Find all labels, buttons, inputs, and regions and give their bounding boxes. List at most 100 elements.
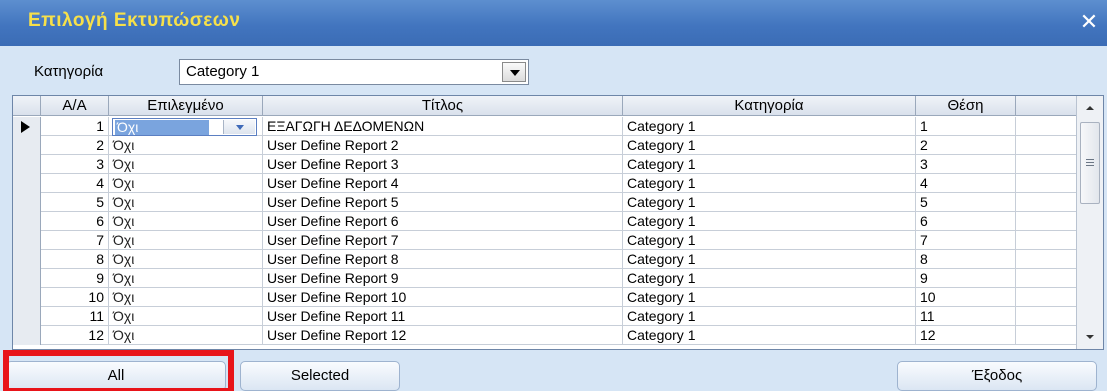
all-button[interactable]: All: [6, 361, 226, 391]
cell-aa[interactable]: 10: [41, 288, 109, 307]
table-row[interactable]: 10 Όχι User Define Report 10 Category 1 10: [13, 288, 1077, 307]
chevron-down-icon[interactable]: [223, 120, 255, 134]
column-header-category[interactable]: Κατηγορία: [623, 96, 916, 116]
cell-title[interactable]: ΕΞΑΓΩΓΗ ΔΕΔΟΜΕΝΩΝ: [263, 117, 623, 136]
table-row[interactable]: 4 Όχι User Define Report 4 Category 14: [13, 174, 1077, 193]
column-header-position[interactable]: Θέση: [916, 96, 1016, 116]
cell-selected[interactable]: Όχι: [109, 155, 263, 174]
cell-aa[interactable]: 12: [41, 326, 109, 345]
table-row[interactable]: 5 Όχι User Define Report 5 Category 15: [13, 193, 1077, 212]
exit-button[interactable]: Έξοδος: [897, 361, 1097, 391]
cell-selected[interactable]: Όχι: [109, 136, 263, 155]
table-row[interactable]: 12 Όχι User Define Report 12 Category 1 12: [13, 326, 1077, 345]
cell-aa[interactable]: 5: [41, 193, 109, 212]
row-indicator[interactable]: [13, 288, 41, 307]
cell-category[interactable]: Category 1: [623, 231, 916, 250]
cell-selected[interactable]: Όχι: [109, 193, 263, 212]
row-indicator[interactable]: [13, 326, 41, 345]
cell-title[interactable]: User Define Report 11: [263, 307, 623, 326]
cell-position[interactable]: 8: [916, 250, 1016, 269]
cell-title[interactable]: User Define Report 6: [263, 212, 623, 231]
cell-aa[interactable]: 2: [41, 136, 109, 155]
row-indicator[interactable]: [13, 307, 41, 326]
row-indicator[interactable]: [13, 117, 41, 136]
cell-position[interactable]: 2: [916, 136, 1016, 155]
row-indicator[interactable]: [13, 269, 41, 288]
row-indicator[interactable]: [13, 250, 41, 269]
cell-position[interactable]: 1: [916, 117, 1016, 136]
selected-editor-value[interactable]: Όχι: [115, 120, 209, 135]
cell-category[interactable]: Category 1: [623, 307, 916, 326]
table-row[interactable]: 2 Όχι User Define Report 2 Category 12: [13, 136, 1077, 155]
cell-position[interactable]: 5: [916, 193, 1016, 212]
cell-category[interactable]: Category 1: [623, 250, 916, 269]
cell-aa[interactable]: 11: [41, 307, 109, 326]
cell-title[interactable]: User Define Report 7: [263, 231, 623, 250]
cell-category[interactable]: Category 1: [623, 155, 916, 174]
cell-title[interactable]: User Define Report 10: [263, 288, 623, 307]
row-indicator[interactable]: [13, 231, 41, 250]
table-row[interactable]: 7 Όχι User Define Report 7 Category 17: [13, 231, 1077, 250]
cell-selected[interactable]: Όχι: [109, 174, 263, 193]
cell-position[interactable]: 9: [916, 269, 1016, 288]
cell-aa[interactable]: 7: [41, 231, 109, 250]
cell-category[interactable]: Category 1: [623, 117, 916, 136]
cell-position[interactable]: 7: [916, 231, 1016, 250]
cell-position[interactable]: 12: [916, 326, 1016, 345]
cell-position[interactable]: 6: [916, 212, 1016, 231]
cell-position[interactable]: 11: [916, 307, 1016, 326]
cell-selected[interactable]: Όχι: [109, 231, 263, 250]
cell-aa[interactable]: 1: [41, 117, 109, 136]
row-indicator[interactable]: [13, 136, 41, 155]
cell-selected[interactable]: Όχι: [109, 269, 263, 288]
vertical-scrollbar[interactable]: [1076, 96, 1103, 349]
cell-category[interactable]: Category 1: [623, 212, 916, 231]
column-header-title[interactable]: Τίτλος: [263, 96, 623, 116]
table-row[interactable]: 11 Όχι User Define Report 11 Category 1 11: [13, 307, 1077, 326]
table-row[interactable]: 3 Όχι User Define Report 3 Category 13: [13, 155, 1077, 174]
cell-title[interactable]: User Define Report 9: [263, 269, 623, 288]
selected-button[interactable]: Selected: [240, 361, 400, 391]
table-row[interactable]: 1ΌχιΕΞΑΓΩΓΗ ΔΕΔΟΜΕΝΩΝCategory 11Όχι: [13, 117, 1077, 136]
cell-position[interactable]: 10: [916, 288, 1016, 307]
scrollbar-thumb[interactable]: [1080, 122, 1100, 204]
table-row[interactable]: 9 Όχι User Define Report 9 Category 19: [13, 269, 1077, 288]
cell-category[interactable]: Category 1: [623, 136, 916, 155]
cell-position[interactable]: 4: [916, 174, 1016, 193]
cell-title[interactable]: User Define Report 12: [263, 326, 623, 345]
cell-aa[interactable]: 8: [41, 250, 109, 269]
column-header-aa[interactable]: Α/Α: [41, 96, 109, 116]
selected-dropdown-editor[interactable]: Όχι: [112, 118, 257, 136]
cell-selected[interactable]: Όχι: [109, 307, 263, 326]
cell-aa[interactable]: 3: [41, 155, 109, 174]
scroll-up-icon[interactable]: [1079, 98, 1101, 118]
row-indicator[interactable]: [13, 155, 41, 174]
cell-selected[interactable]: Όχι: [109, 326, 263, 345]
row-indicator[interactable]: [13, 212, 41, 231]
cell-title[interactable]: User Define Report 4: [263, 174, 623, 193]
cell-selected[interactable]: Όχι: [109, 250, 263, 269]
cell-selected[interactable]: Όχι: [109, 288, 263, 307]
table-row[interactable]: 6 Όχι User Define Report 6 Category 16: [13, 212, 1077, 231]
row-indicator[interactable]: [13, 174, 41, 193]
cell-position[interactable]: 3: [916, 155, 1016, 174]
cell-selected[interactable]: Όχι: [109, 212, 263, 231]
close-icon[interactable]: ✕: [1077, 10, 1101, 34]
table-row[interactable]: 8 Όχι User Define Report 8 Category 18: [13, 250, 1077, 269]
column-header-selected[interactable]: Επιλεγμένο: [109, 96, 263, 116]
cell-category[interactable]: Category 1: [623, 288, 916, 307]
cell-aa[interactable]: 4: [41, 174, 109, 193]
cell-title[interactable]: User Define Report 8: [263, 250, 623, 269]
cell-aa[interactable]: 9: [41, 269, 109, 288]
cell-category[interactable]: Category 1: [623, 326, 916, 345]
chevron-down-icon[interactable]: [502, 62, 526, 82]
cell-aa[interactable]: 6: [41, 212, 109, 231]
cell-title[interactable]: User Define Report 5: [263, 193, 623, 212]
cell-category[interactable]: Category 1: [623, 193, 916, 212]
scroll-down-icon[interactable]: [1079, 327, 1101, 347]
cell-title[interactable]: User Define Report 3: [263, 155, 623, 174]
cell-category[interactable]: Category 1: [623, 269, 916, 288]
cell-title[interactable]: User Define Report 2: [263, 136, 623, 155]
category-filter-dropdown[interactable]: Category 1: [179, 59, 529, 85]
row-indicator[interactable]: [13, 193, 41, 212]
